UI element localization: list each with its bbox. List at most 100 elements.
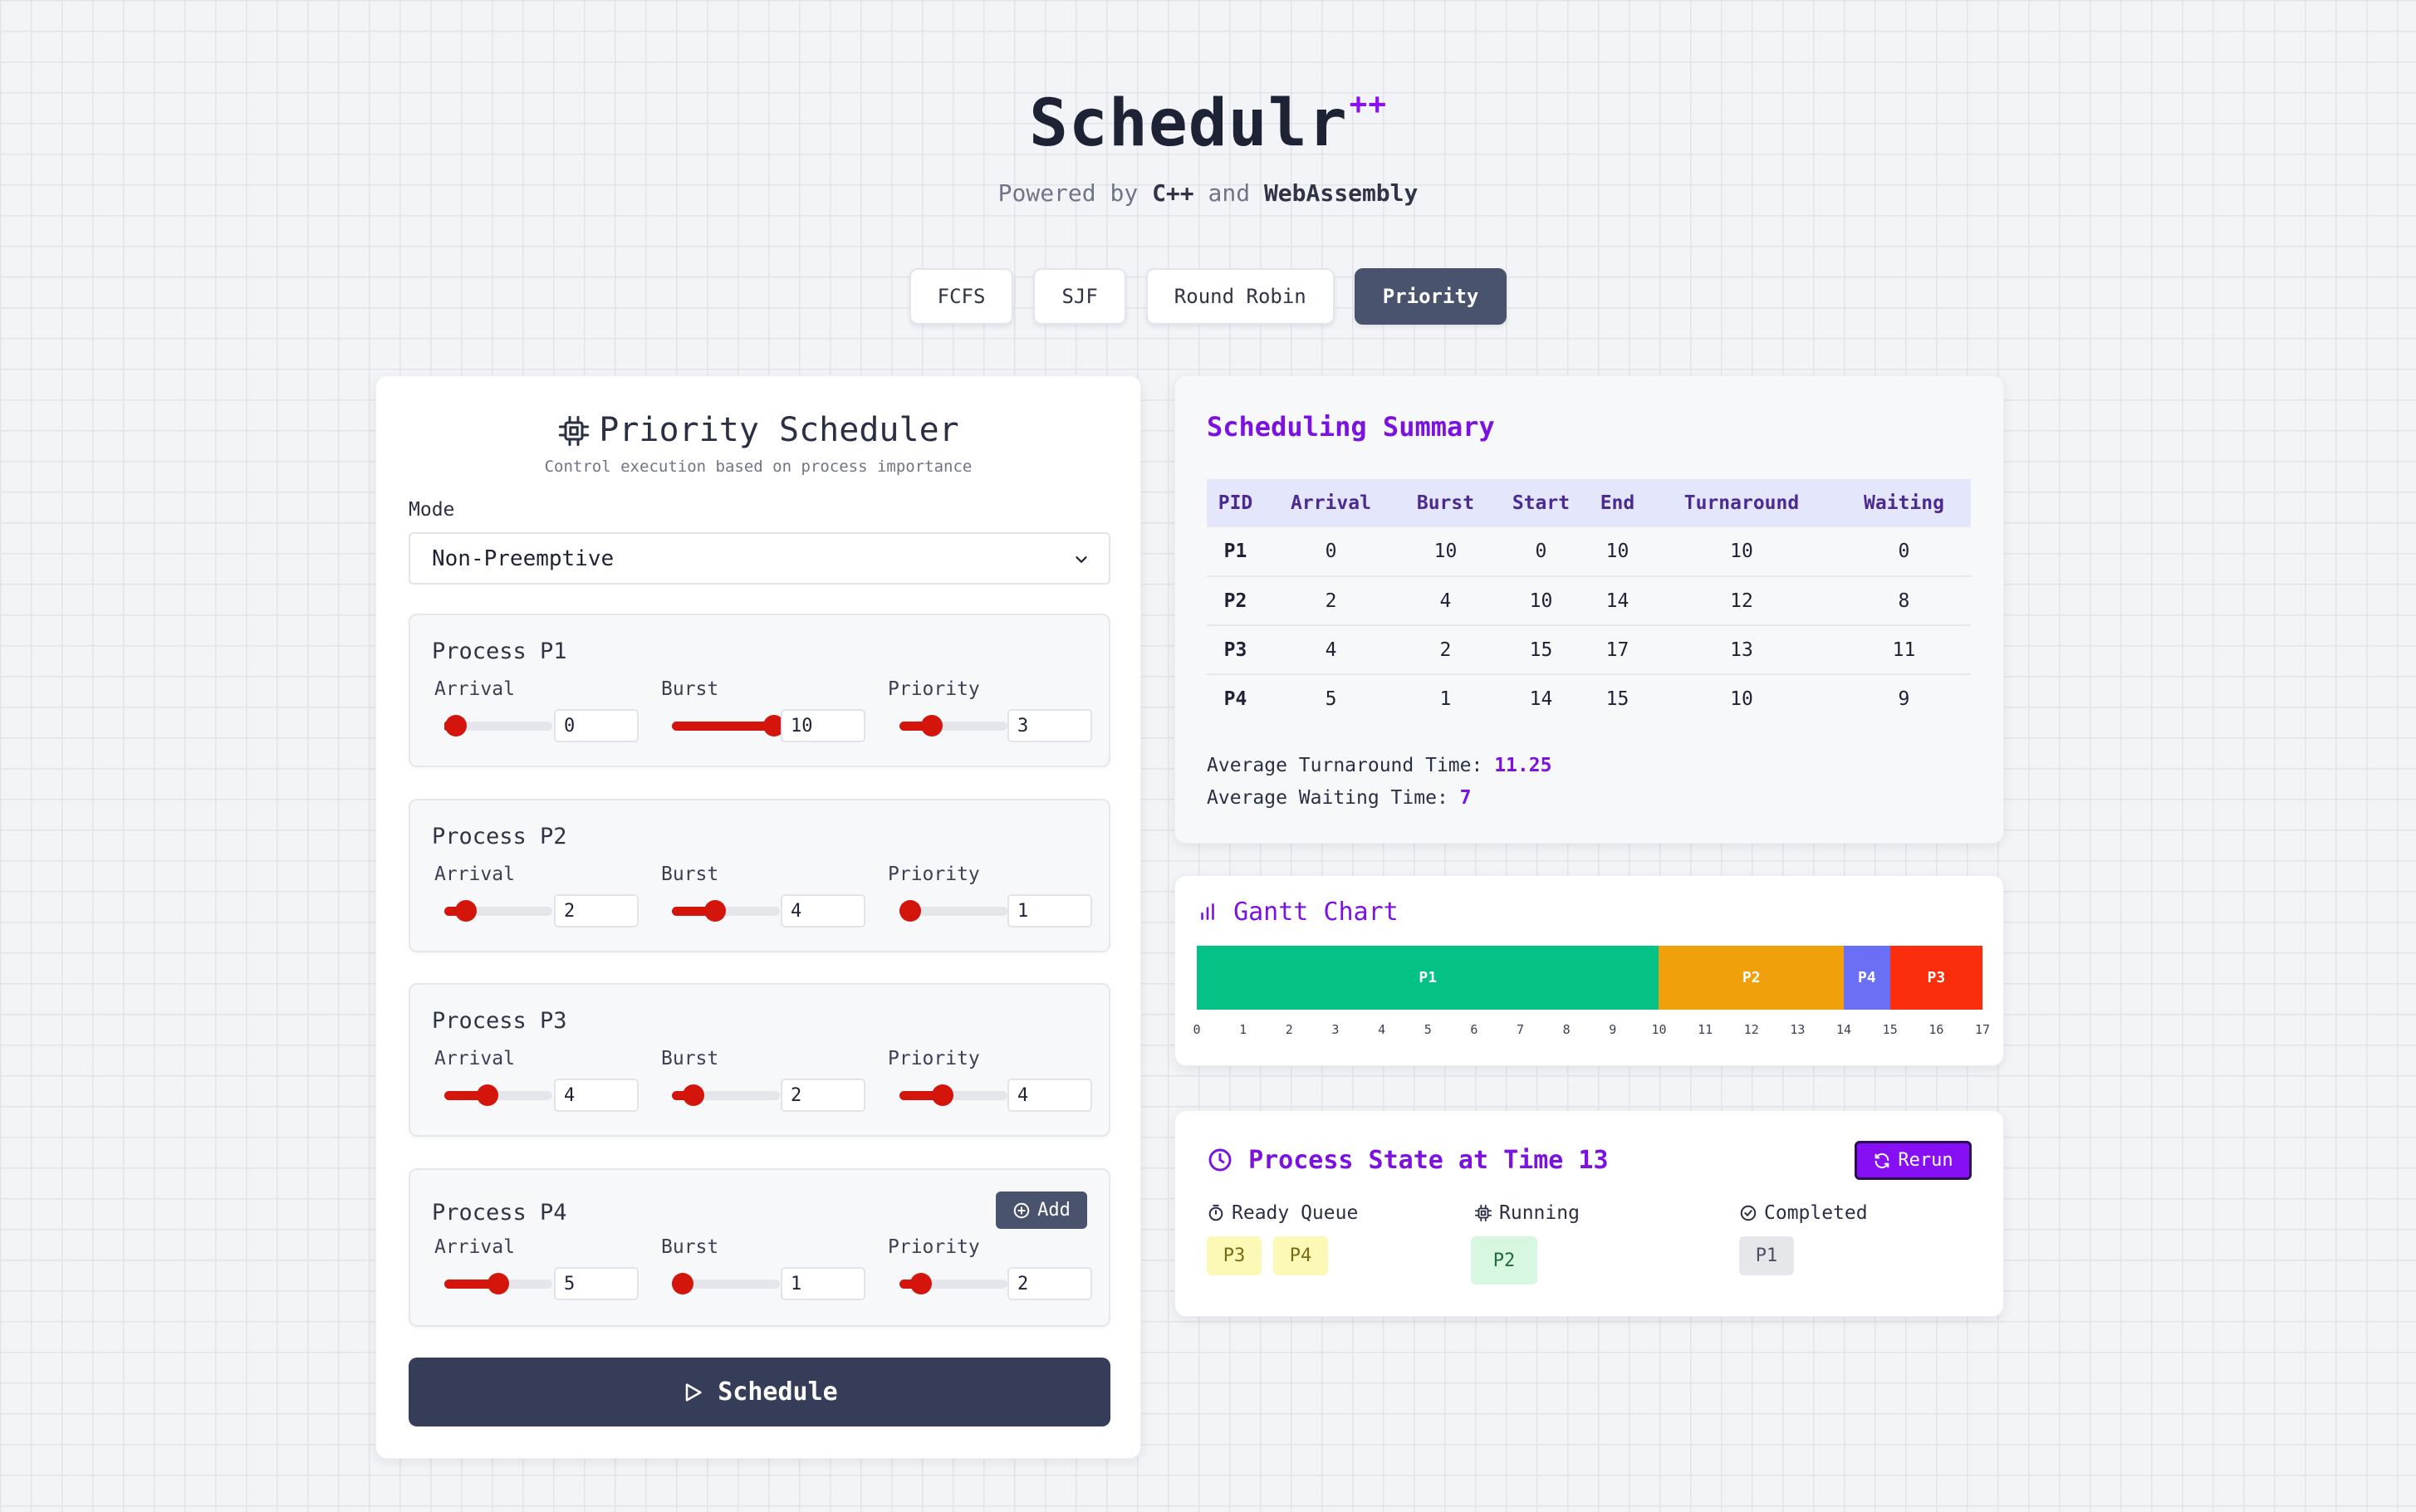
priority-slider[interactable] bbox=[899, 1273, 1007, 1294]
priority-slider[interactable] bbox=[899, 900, 1007, 922]
process-card: Process P1 Arrival 0 Burst 10 Priority 3 bbox=[409, 614, 1110, 767]
rerun-button[interactable]: Rerun bbox=[1855, 1141, 1972, 1180]
burst-slider[interactable] bbox=[672, 715, 785, 736]
process-card: Process P2 Arrival 2 Burst 4 Priority 1 bbox=[409, 799, 1110, 952]
avg-waiting: Average Waiting Time: 7 bbox=[1207, 787, 1472, 809]
priority-input[interactable]: 2 bbox=[1007, 1267, 1092, 1300]
slider-handle[interactable] bbox=[488, 1273, 509, 1294]
table-cell: 1 bbox=[1439, 688, 1452, 710]
app-header: Schedulr++ Powered by C++ and WebAssembl… bbox=[0, 86, 2416, 207]
burst-slider[interactable] bbox=[672, 900, 780, 922]
gantt-bar: P1 P2 P4 P3 bbox=[1197, 946, 1982, 1010]
table-cell: 10 bbox=[1588, 527, 1646, 577]
subtitle-prefix: Powered by bbox=[997, 179, 1139, 207]
running-label: Running bbox=[1474, 1202, 1580, 1224]
gantt-tick-label: 14 bbox=[1836, 1022, 1852, 1037]
slider-handle[interactable] bbox=[899, 900, 921, 922]
rerun-label: Rerun bbox=[1898, 1150, 1953, 1171]
priority-input[interactable]: 4 bbox=[1007, 1079, 1092, 1112]
priority-label: Priority bbox=[888, 678, 980, 700]
arrival-input[interactable]: 4 bbox=[554, 1079, 639, 1112]
slider-handle[interactable] bbox=[704, 900, 726, 922]
gantt-title-text: Gantt Chart bbox=[1233, 898, 1399, 927]
clock-icon bbox=[1208, 1148, 1232, 1172]
arrival-slider[interactable] bbox=[444, 1273, 552, 1294]
slider-handle[interactable] bbox=[683, 1084, 704, 1106]
slider-handle[interactable] bbox=[672, 1273, 693, 1294]
subtitle-tech-cpp: C++ bbox=[1152, 179, 1194, 207]
ready-queue-chip: P3 bbox=[1207, 1236, 1262, 1275]
table-cell: 10 bbox=[1492, 576, 1589, 626]
avg-waiting-value: 7 bbox=[1459, 787, 1472, 809]
add-process-button[interactable]: Add bbox=[996, 1191, 1087, 1229]
gantt-tick-label: 7 bbox=[1517, 1022, 1525, 1037]
arrival-input[interactable]: 0 bbox=[554, 709, 639, 742]
burst-label: Burst bbox=[661, 1048, 719, 1069]
arrival-label: Arrival bbox=[434, 1048, 515, 1069]
column-header: Burst bbox=[1397, 479, 1493, 527]
arrival-slider[interactable] bbox=[444, 715, 552, 736]
chevron-down-icon bbox=[1076, 556, 1087, 563]
state-title: Process State at Time 13 bbox=[1207, 1146, 1609, 1175]
priority-slider[interactable] bbox=[899, 715, 1007, 736]
burst-input[interactable]: 10 bbox=[781, 709, 865, 742]
burst-input[interactable]: 1 bbox=[781, 1267, 865, 1300]
add-button-label: Add bbox=[1037, 1200, 1071, 1221]
tab-sjf[interactable]: SJF bbox=[1033, 268, 1126, 325]
app-name-suffix: ++ bbox=[1349, 87, 1388, 121]
gantt-title: Gantt Chart bbox=[1197, 898, 1399, 927]
tab-fcfs[interactable]: FCFS bbox=[909, 268, 1014, 325]
table-cell: 2 bbox=[1264, 576, 1398, 626]
process-title: Process P4 bbox=[432, 1200, 567, 1226]
table-cell: 13 bbox=[1645, 625, 1837, 675]
running-label-text: Running bbox=[1499, 1202, 1580, 1224]
arrival-input[interactable]: 5 bbox=[554, 1267, 639, 1300]
tab-round-robin[interactable]: Round Robin bbox=[1145, 268, 1335, 325]
schedule-button[interactable]: Schedule bbox=[409, 1358, 1110, 1426]
pid-cell: P2 bbox=[1207, 576, 1264, 626]
burst-slider[interactable] bbox=[672, 1084, 780, 1106]
slider-handle[interactable] bbox=[932, 1084, 953, 1106]
slider-handle[interactable] bbox=[445, 715, 468, 736]
subtitle-and: and bbox=[1208, 179, 1251, 207]
slider-handle[interactable] bbox=[921, 715, 943, 736]
tab-priority[interactable]: Priority bbox=[1354, 268, 1507, 325]
process-title: Process P2 bbox=[432, 824, 567, 849]
slider-handle[interactable] bbox=[910, 1273, 932, 1294]
table-cell: 0 bbox=[1492, 527, 1589, 577]
gantt-tick-label: 4 bbox=[1378, 1022, 1386, 1037]
arrival-input[interactable]: 2 bbox=[554, 894, 639, 927]
priority-input[interactable]: 3 bbox=[1007, 709, 1092, 742]
burst-input[interactable]: 4 bbox=[781, 894, 865, 927]
gantt-tick-label: 8 bbox=[1562, 1022, 1571, 1037]
app-logo: Schedulr++ bbox=[0, 86, 2416, 161]
process-title: Process P3 bbox=[432, 1008, 567, 1034]
arrival-label: Arrival bbox=[434, 1236, 515, 1258]
schedule-button-label: Schedule bbox=[718, 1377, 838, 1407]
slider-handle[interactable] bbox=[455, 900, 477, 922]
mode-select[interactable]: Non-Preemptive bbox=[409, 532, 1110, 585]
table-cell: 2 bbox=[1397, 625, 1493, 675]
priority-label: Priority bbox=[888, 1236, 980, 1258]
burst-slider[interactable] bbox=[672, 1273, 780, 1294]
gantt-tick-label: 13 bbox=[1790, 1022, 1806, 1037]
state-title-text: Process State at Time 13 bbox=[1248, 1146, 1609, 1175]
mode-label: Mode bbox=[409, 499, 455, 521]
table-cell: 15 bbox=[1492, 625, 1589, 675]
burst-input[interactable]: 2 bbox=[781, 1079, 865, 1112]
arrival-slider[interactable] bbox=[444, 1084, 552, 1106]
table-cell: 0 bbox=[1264, 527, 1398, 577]
algorithm-tabs: FCFS SJF Round Robin Priority bbox=[0, 268, 2416, 325]
arrival-slider[interactable] bbox=[444, 900, 552, 922]
gantt-tick-label: 5 bbox=[1424, 1022, 1432, 1037]
table-row: P3 4 2 15 17 13 11 bbox=[1207, 625, 1971, 675]
slider-handle[interactable] bbox=[477, 1084, 498, 1106]
burst-label: Burst bbox=[661, 678, 719, 700]
table-cell: 10 bbox=[1645, 527, 1837, 577]
priority-input[interactable]: 1 bbox=[1007, 894, 1092, 927]
priority-scheduler-panel: Priority Scheduler Control execution bas… bbox=[375, 375, 1141, 1459]
process-card: Process P4 Add Arrival 5 Burst 1 Priority 2 bbox=[409, 1168, 1110, 1327]
check-circle-icon bbox=[1740, 1205, 1757, 1221]
table-cell: 0 bbox=[1836, 527, 1971, 577]
priority-slider[interactable] bbox=[899, 1084, 1007, 1106]
